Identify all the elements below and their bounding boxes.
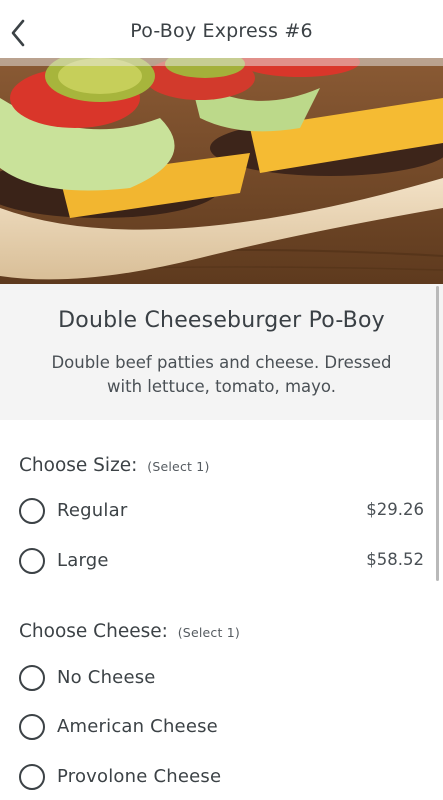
option-label: Regular	[57, 500, 128, 521]
size-option-regular[interactable]: Regular $29.26	[0, 490, 443, 534]
cheese-section-title: Choose Cheese: (Select 1)	[19, 621, 240, 642]
cheese-section-label: Choose Cheese:	[19, 621, 168, 642]
page-title: Po-Boy Express #6	[130, 20, 313, 42]
item-name: Double Cheeseburger Po-Boy	[58, 308, 385, 333]
radio-button[interactable]	[19, 498, 45, 524]
cheese-option-provolone[interactable]: Provolone Cheese	[0, 756, 443, 800]
size-section-hint: (Select 1)	[147, 459, 210, 474]
scrollbar[interactable]	[436, 286, 439, 581]
option-label: Large	[57, 550, 109, 571]
radio-button[interactable]	[19, 714, 45, 740]
size-section-label: Choose Size:	[19, 455, 138, 476]
cheese-option-none[interactable]: No Cheese	[0, 657, 443, 701]
item-description: Double beef patties and cheese. Dressed …	[51, 353, 392, 396]
size-section-title: Choose Size: (Select 1)	[19, 455, 210, 476]
item-photo	[0, 58, 443, 284]
radio-button[interactable]	[19, 764, 45, 790]
option-label: American Cheese	[57, 716, 218, 737]
option-price: $58.52	[366, 550, 424, 569]
radio-button[interactable]	[19, 665, 45, 691]
option-price: $29.26	[366, 500, 424, 519]
top-bar: Po-Boy Express #6	[0, 0, 443, 62]
option-label: Provolone Cheese	[57, 766, 222, 787]
cheese-option-american[interactable]: American Cheese	[0, 706, 443, 750]
cheese-section-hint: (Select 1)	[177, 625, 240, 640]
item-info: Double Cheeseburger Po-Boy Double beef p…	[0, 284, 443, 420]
option-label: No Cheese	[57, 667, 156, 688]
size-option-large[interactable]: Large $58.52	[0, 540, 443, 584]
radio-button[interactable]	[19, 548, 45, 574]
